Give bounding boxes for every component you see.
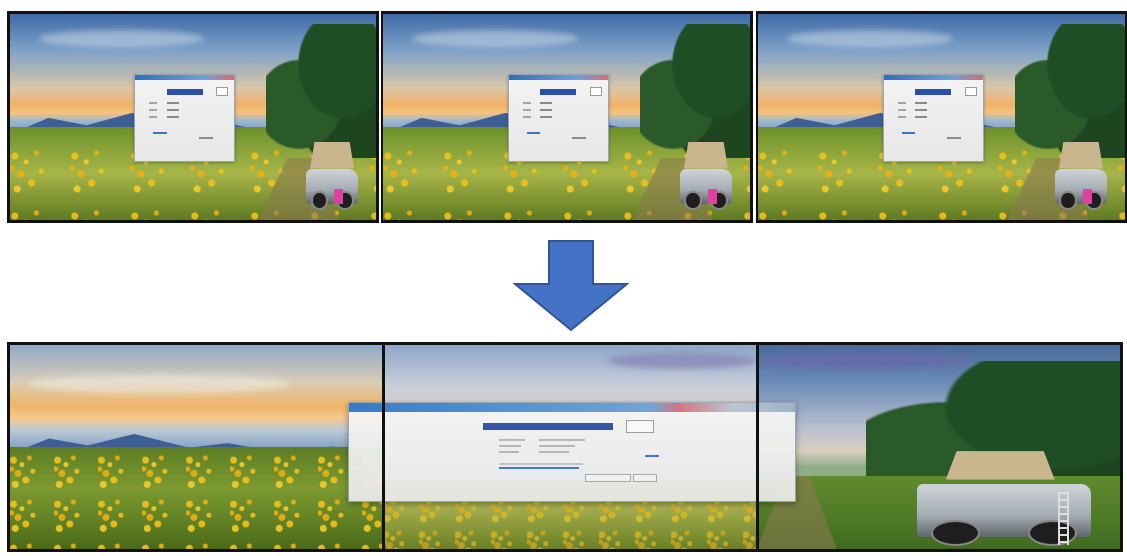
- panel-bezel: [382, 345, 385, 549]
- dialog-cancel-button[interactable]: [633, 474, 657, 482]
- dialog-link[interactable]: [153, 131, 168, 134]
- dialog-ok-button[interactable]: [585, 474, 631, 482]
- wall-panel-right: [757, 345, 1120, 549]
- top-screen-3: [756, 11, 1127, 223]
- dialog-window[interactable]: [507, 73, 609, 163]
- down-arrow-icon: [513, 240, 629, 332]
- spanned-dialog-window[interactable]: [348, 402, 796, 502]
- dialog-top-button[interactable]: [965, 86, 977, 96]
- dialog-input-field[interactable]: [167, 88, 203, 95]
- dialog-link[interactable]: [526, 131, 541, 134]
- wall-panel-left: [10, 345, 383, 549]
- dialog-window[interactable]: [134, 73, 236, 163]
- dialog-top-button[interactable]: [590, 86, 602, 96]
- dialog-top-button[interactable]: [216, 86, 229, 96]
- dialog-bottom-button[interactable]: [198, 137, 213, 140]
- video-wall: [7, 342, 1123, 552]
- dialog-input-field[interactable]: [540, 88, 577, 95]
- dialog-link[interactable]: [901, 131, 916, 134]
- top-screen-2: [381, 11, 753, 223]
- dialog-link[interactable]: [645, 455, 659, 457]
- dialog-titlebar[interactable]: [349, 403, 795, 412]
- dialog-bottom-button[interactable]: [572, 137, 587, 140]
- panel-bezel: [756, 345, 759, 549]
- dialog-window[interactable]: [882, 73, 984, 163]
- dialog-titlebar[interactable]: [508, 74, 608, 80]
- dialog-top-button[interactable]: [626, 420, 654, 433]
- dialog-titlebar[interactable]: [883, 74, 983, 80]
- dialog-input-field[interactable]: [915, 88, 952, 95]
- dialog-link[interactable]: [499, 467, 579, 469]
- top-screen-1: [7, 11, 379, 223]
- dialog-bottom-button[interactable]: [947, 137, 962, 140]
- dialog-input-field[interactable]: [483, 423, 613, 430]
- dialog-titlebar[interactable]: [135, 74, 235, 80]
